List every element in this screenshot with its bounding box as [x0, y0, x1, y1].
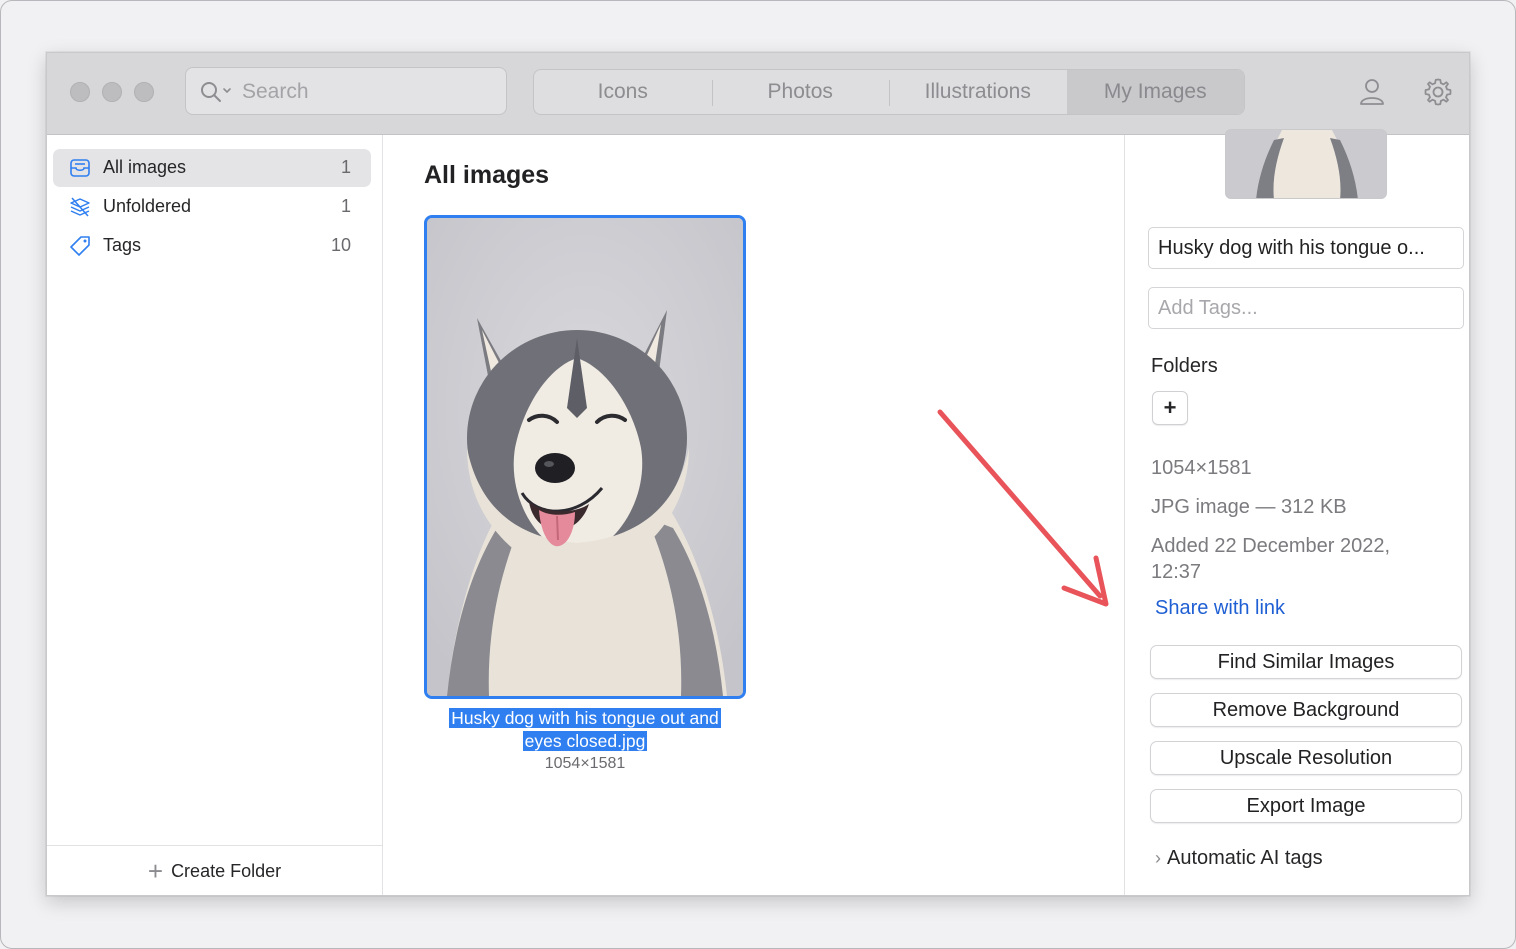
image-thumbnail[interactable]	[424, 215, 746, 699]
account-icon[interactable]	[1357, 77, 1387, 107]
husky-photo-image	[427, 218, 743, 696]
plus-icon: +	[1163, 395, 1177, 420]
inspector-panel: Folders + 1054×1581 JPG image — 312 KB A…	[1124, 129, 1469, 895]
tag-icon	[70, 236, 90, 256]
share-with-link[interactable]: Share with link	[1155, 597, 1285, 620]
create-folder-label: Create Folder	[171, 861, 282, 881]
chevron-right-icon: ›	[1155, 848, 1161, 868]
gear-icon[interactable]	[1423, 77, 1453, 107]
automatic-ai-tags-label: Automatic AI tags	[1167, 847, 1323, 869]
filename-line-2: eyes closed.jpg	[522, 731, 648, 751]
search-field[interactable]	[185, 67, 507, 115]
husky-preview-image	[1226, 130, 1386, 198]
toolbar: Icons Photos Illustrations My Images	[47, 53, 1469, 135]
app-window: Icons Photos Illustrations My Images All…	[46, 52, 1470, 896]
filename-line-1: Husky dog with his tongue out and	[449, 708, 721, 728]
image-name-field[interactable]	[1148, 227, 1464, 269]
plus-icon: +	[147, 855, 164, 886]
tab-photos[interactable]: Photos	[711, 70, 890, 114]
create-folder-button[interactable]: + Create Folder	[47, 845, 382, 895]
file-type-size: JPG image — 312 KB	[1151, 496, 1347, 518]
add-tags-input[interactable]	[1148, 287, 1464, 329]
remove-background-button[interactable]: Remove Background	[1150, 693, 1462, 727]
sidebar-item-label: Tags	[103, 235, 142, 255]
date-added-line-2: 12:37	[1151, 561, 1202, 583]
close-window-button[interactable]	[70, 82, 90, 102]
stack-icon	[70, 197, 90, 217]
find-similar-images-button[interactable]: Find Similar Images	[1150, 645, 1462, 679]
image-filename[interactable]: Husky dog with his tongue out and eyes c…	[424, 707, 746, 753]
sidebar-item-tags[interactable]: Tags 10	[53, 227, 371, 265]
sidebar-item-all-images[interactable]: All images 1	[53, 149, 371, 187]
add-to-folder-button[interactable]: +	[1152, 391, 1188, 425]
folders-label: Folders	[1151, 355, 1218, 377]
tray-icon	[70, 159, 90, 177]
image-dimensions-info: 1054×1581	[1151, 457, 1252, 479]
sidebar-item-count: 1	[340, 157, 351, 177]
sidebar-item-count: 10	[330, 235, 351, 255]
sidebar-item-label: Unfoldered	[103, 196, 192, 216]
tab-icons[interactable]: Icons	[534, 70, 712, 114]
automatic-ai-tags-disclosure[interactable]: › Automatic AI tags	[1155, 847, 1323, 870]
page-title: All images	[424, 161, 550, 189]
category-tabs: Icons Photos Illustrations My Images	[533, 69, 1245, 115]
sidebar-item-unfoldered[interactable]: Unfoldered 1	[53, 188, 371, 226]
minimize-window-button[interactable]	[102, 82, 122, 102]
search-input[interactable]	[242, 78, 492, 106]
upscale-resolution-button[interactable]: Upscale Resolution	[1150, 741, 1462, 775]
sidebar-item-label: All images	[103, 157, 187, 177]
tab-my-images[interactable]: My Images	[1066, 70, 1244, 114]
tab-illustrations[interactable]: Illustrations	[889, 70, 1067, 114]
sidebar: All images 1 Unfoldered 1 Tags 10 + Crea…	[47, 135, 383, 895]
image-dimensions: 1054×1581	[544, 755, 626, 772]
export-image-button[interactable]: Export Image	[1150, 789, 1462, 823]
image-preview	[1225, 129, 1387, 199]
search-icon	[201, 82, 231, 102]
sidebar-item-count: 1	[340, 196, 351, 216]
main-content: All images Husky dog with his tongue out…	[384, 135, 1124, 895]
date-added: Added 22 December 2022, 12:37	[1151, 533, 1390, 585]
date-added-line-1: Added 22 December 2022,	[1151, 535, 1391, 557]
zoom-window-button[interactable]	[134, 82, 154, 102]
